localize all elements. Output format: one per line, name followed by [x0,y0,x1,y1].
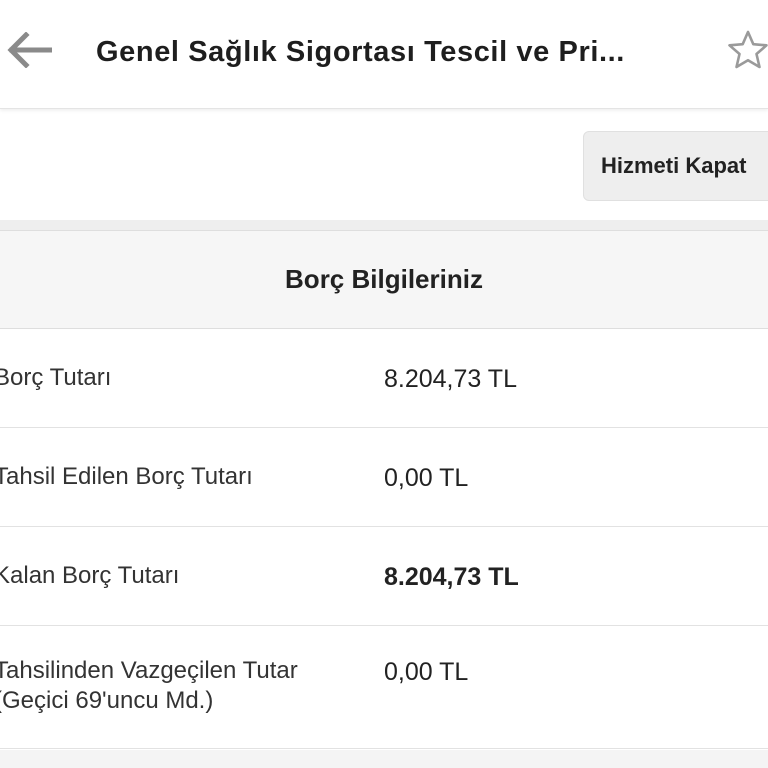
row-label: Kalan Borç Tutarı [0,562,180,589]
back-button[interactable] [2,28,56,76]
favorite-button[interactable] [724,28,768,76]
page: Genel Sağlık Sigortası Tescil ve Pri... … [0,0,768,768]
debt-info-table: Borç Bilgileriniz Borç Tutarı 8.204,73 T… [0,230,768,749]
section-divider [0,220,768,230]
row-value: 8.204,73 TL [384,563,519,591]
row-label: Tahsilinden Vazgeçilen Tutar (Geçici 69'… [0,656,354,716]
row-value: 8.204,73 TL [384,365,517,393]
row-label: Borç Tutarı [0,364,112,391]
table-title: Borç Bilgileriniz [285,264,483,294]
table-heading: Borç Bilgileriniz [0,230,768,329]
action-bar: Hizmeti Kapat [0,114,768,220]
bottom-area [0,750,768,768]
row-label-line2: (Geçici 69'uncu Md.) [0,687,214,714]
table-row-waived-amount: Tahsilinden Vazgeçilen Tutar (Geçici 69'… [0,626,768,749]
arrow-left-icon [6,30,53,73]
row-label-line1: Tahsilinden Vazgeçilen Tutar [0,657,298,684]
page-title: Genel Sağlık Sigortası Tescil ve Pri... [96,36,625,68]
table-row-collected-amount: Tahsil Edilen Borç Tutarı 0,00 TL [0,428,768,527]
row-value: 0,00 TL [384,658,469,686]
row-value: 0,00 TL [384,464,469,492]
star-outline-icon [727,29,768,76]
table-row-remaining-amount: Kalan Borç Tutarı 8.204,73 TL [0,527,768,626]
close-service-button[interactable]: Hizmeti Kapat [583,131,768,201]
table-row-debt-amount: Borç Tutarı 8.204,73 TL [0,329,768,428]
app-header: Genel Sağlık Sigortası Tescil ve Pri... [0,0,768,109]
row-label: Tahsil Edilen Borç Tutarı [0,463,253,490]
